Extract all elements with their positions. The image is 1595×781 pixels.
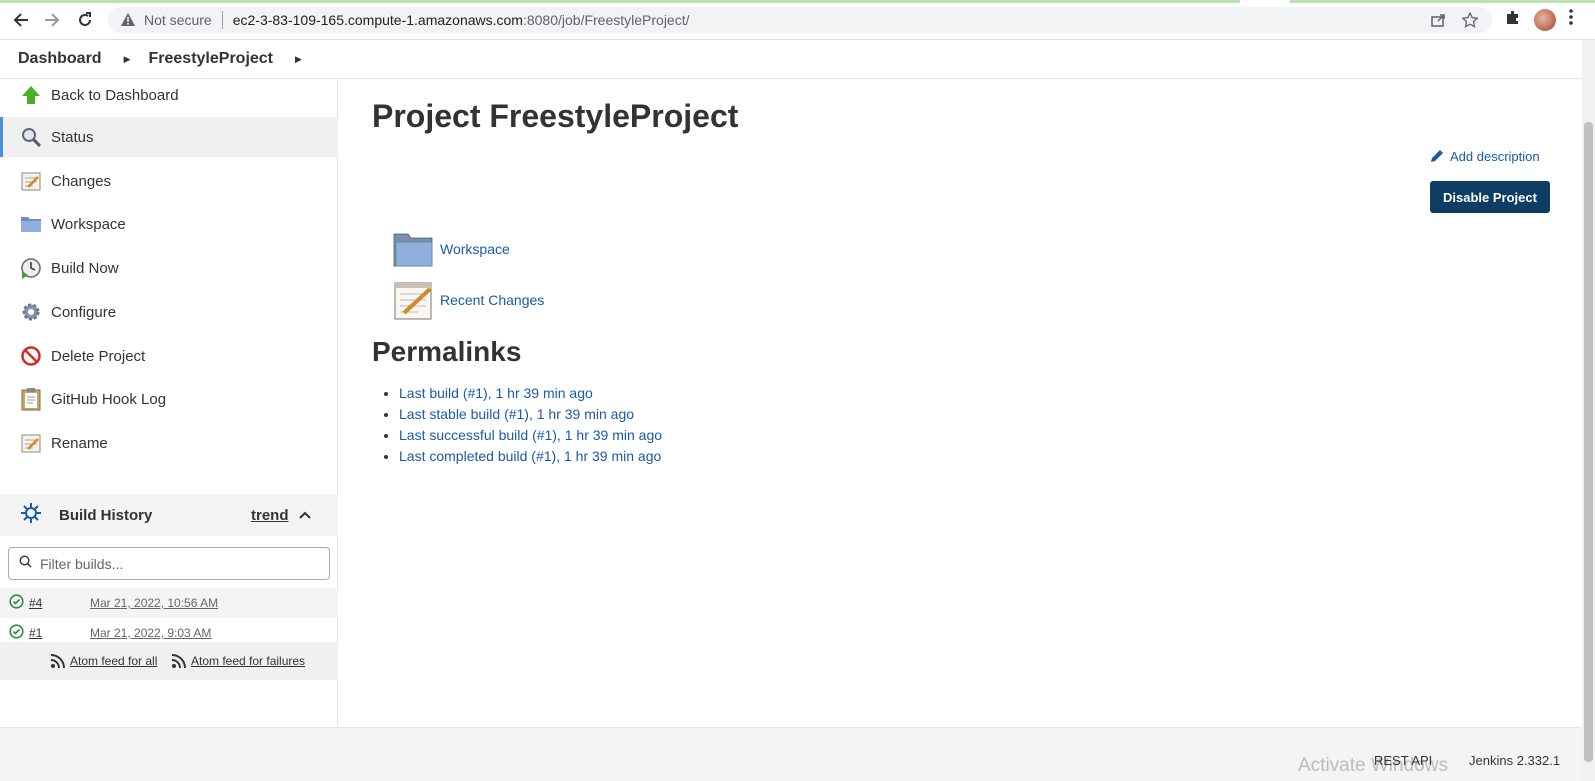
list-item: Last build (#1), 1 hr 39 min ago <box>399 385 662 406</box>
success-check-icon <box>9 624 24 642</box>
rest-api-link[interactable]: REST API <box>1374 753 1432 768</box>
notepad-icon <box>394 282 432 320</box>
atom-feed-all-link[interactable]: Atom feed for all <box>50 653 157 669</box>
page-title: Project FreestyleProject <box>372 98 739 134</box>
permalink-last-stable-build[interactable]: Last stable build (#1), 1 hr 39 min ago <box>399 406 634 422</box>
forward-arrow-icon[interactable] <box>40 8 64 32</box>
sidebar-item-back-to-dashboard[interactable]: Back to Dashboard <box>0 75 338 115</box>
url-host: ec2-3-83-109-165.compute-1.amazonaws.com <box>232 12 523 28</box>
add-description-label: Add description <box>1450 148 1540 164</box>
rss-icon <box>50 654 65 669</box>
menu-dots-icon[interactable] <box>1568 8 1574 31</box>
folder-icon <box>393 233 433 267</box>
permalinks-heading: Permalinks <box>372 336 522 367</box>
reload-icon[interactable] <box>73 8 97 32</box>
sidebar-item-label: Back to Dashboard <box>51 86 179 104</box>
build-history-title: Build History <box>59 506 153 524</box>
gear-icon <box>20 301 42 323</box>
permalink-last-successful-build[interactable]: Last successful build (#1), 1 hr 39 min … <box>399 427 662 443</box>
magnifier-icon <box>20 126 42 148</box>
permalinks-list: Last build (#1), 1 hr 39 min ago Last st… <box>399 385 662 469</box>
recent-changes-link[interactable]: Recent Changes <box>392 279 544 321</box>
sidebar-item-github-hook-log[interactable]: GitHub Hook Log <box>0 379 338 419</box>
divider <box>221 11 223 29</box>
jenkins-version-link[interactable]: Jenkins 2.332.1 <box>1469 753 1560 768</box>
extensions-icon[interactable] <box>1504 8 1522 31</box>
permalink-last-completed-build[interactable]: Last completed build (#1), 1 hr 39 min a… <box>399 448 661 464</box>
avatar[interactable] <box>1534 8 1556 31</box>
scrollbar[interactable] <box>1582 40 1595 781</box>
sidebar-item-label: Status <box>51 128 94 146</box>
workspace-link-label: Workspace <box>440 241 510 257</box>
notepad-icon <box>20 432 42 454</box>
workspace-link[interactable]: Workspace <box>392 228 510 270</box>
footer: Activate Windows REST API Jenkins 2.332.… <box>0 727 1582 781</box>
build-number-link[interactable]: #1 <box>29 626 42 640</box>
disable-project-button[interactable]: Disable Project <box>1430 181 1550 213</box>
sidebar-item-delete-project[interactable]: Delete Project <box>0 336 338 376</box>
address-bar[interactable]: Not secure ec2-3-83-109-165.compute-1.am… <box>108 7 1492 33</box>
sidebar-item-label: Workspace <box>51 215 126 233</box>
filter-builds-input[interactable] <box>40 555 310 572</box>
breadcrumb-dashboard[interactable]: Dashboard <box>18 50 102 68</box>
breadcrumb-arrow-icon[interactable]: ▶ <box>124 54 131 65</box>
build-history-header: Build History trend <box>0 494 338 536</box>
url-path: :8080/job/FreestyleProject/ <box>522 12 690 28</box>
clock-play-icon <box>20 257 42 279</box>
chevron-up-icon[interactable] <box>299 506 311 524</box>
atom-feed-failures-link[interactable]: Atom feed for failures <box>171 653 305 669</box>
build-history-icon <box>20 502 42 529</box>
sidebar-item-configure[interactable]: Configure <box>0 292 338 332</box>
sidebar-item-label: Build Now <box>51 259 119 277</box>
sidebar-item-label: Delete Project <box>51 347 146 365</box>
sidebar-item-label: Changes <box>51 172 112 190</box>
share-icon[interactable] <box>1430 12 1446 31</box>
loading-bar-segment <box>1290 0 1595 3</box>
filter-builds-field[interactable] <box>8 547 330 580</box>
rss-icon <box>171 654 186 669</box>
search-icon <box>19 554 32 573</box>
sidebar-item-label: Configure <box>51 303 117 321</box>
security-label: Not secure <box>144 12 212 28</box>
sidebar-item-build-now[interactable]: Build Now <box>0 248 338 288</box>
breadcrumb: Dashboard ▶ FreestyleProject ▶ <box>0 40 1582 79</box>
list-item: Last successful build (#1), 1 hr 39 min … <box>399 427 662 448</box>
sidebar-item-status[interactable]: Status <box>0 117 338 157</box>
browser-toolbar: Not secure ec2-3-83-109-165.compute-1.am… <box>0 0 1595 40</box>
recent-changes-link-label: Recent Changes <box>440 292 545 308</box>
warning-icon <box>121 13 135 26</box>
build-row: #4 Mar 21, 2022, 10:56 AM <box>0 588 338 618</box>
sidebar-item-rename[interactable]: Rename <box>0 423 338 463</box>
breadcrumb-project[interactable]: FreestyleProject <box>149 50 274 68</box>
list-item: Last completed build (#1), 1 hr 39 min a… <box>399 448 662 469</box>
sidebar-item-changes[interactable]: Changes <box>0 161 338 201</box>
atom-feed-all-label: Atom feed for all <box>70 654 158 668</box>
build-date-link[interactable]: Mar 21, 2022, 10:56 AM <box>90 596 218 610</box>
no-entry-icon <box>20 345 42 367</box>
star-icon[interactable] <box>1461 11 1479 31</box>
build-number-link[interactable]: #4 <box>29 596 42 610</box>
clipboard-icon <box>20 388 42 411</box>
build-date-link[interactable]: Mar 21, 2022, 9:03 AM <box>90 626 211 640</box>
atom-feed-row: Atom feed for all Atom feed for failures <box>0 642 338 680</box>
atom-feed-failures-label: Atom feed for failures <box>191 654 306 668</box>
trend-link[interactable]: trend <box>251 507 289 524</box>
arrow-up-icon <box>20 84 42 106</box>
sidebar-item-label: GitHub Hook Log <box>51 390 167 408</box>
add-description-link[interactable]: Add description <box>1429 148 1540 164</box>
loading-bar <box>0 0 1240 3</box>
folder-icon <box>20 213 42 235</box>
sidebar-item-label: Rename <box>51 434 108 452</box>
back-arrow-icon[interactable] <box>9 8 33 32</box>
sidebar: Back to Dashboard Status Changes Workspa… <box>0 80 338 726</box>
notepad-icon <box>20 170 42 192</box>
sidebar-item-workspace[interactable]: Workspace <box>0 204 338 244</box>
breadcrumb-arrow-icon[interactable]: ▶ <box>295 54 302 65</box>
pencil-icon <box>1431 150 1443 162</box>
scrollbar-thumb[interactable] <box>1584 122 1593 762</box>
success-check-icon <box>9 594 24 612</box>
main-panel: Project FreestyleProject Add description… <box>339 80 1582 726</box>
list-item: Last stable build (#1), 1 hr 39 min ago <box>399 406 662 427</box>
permalink-last-build[interactable]: Last build (#1), 1 hr 39 min ago <box>399 385 593 401</box>
